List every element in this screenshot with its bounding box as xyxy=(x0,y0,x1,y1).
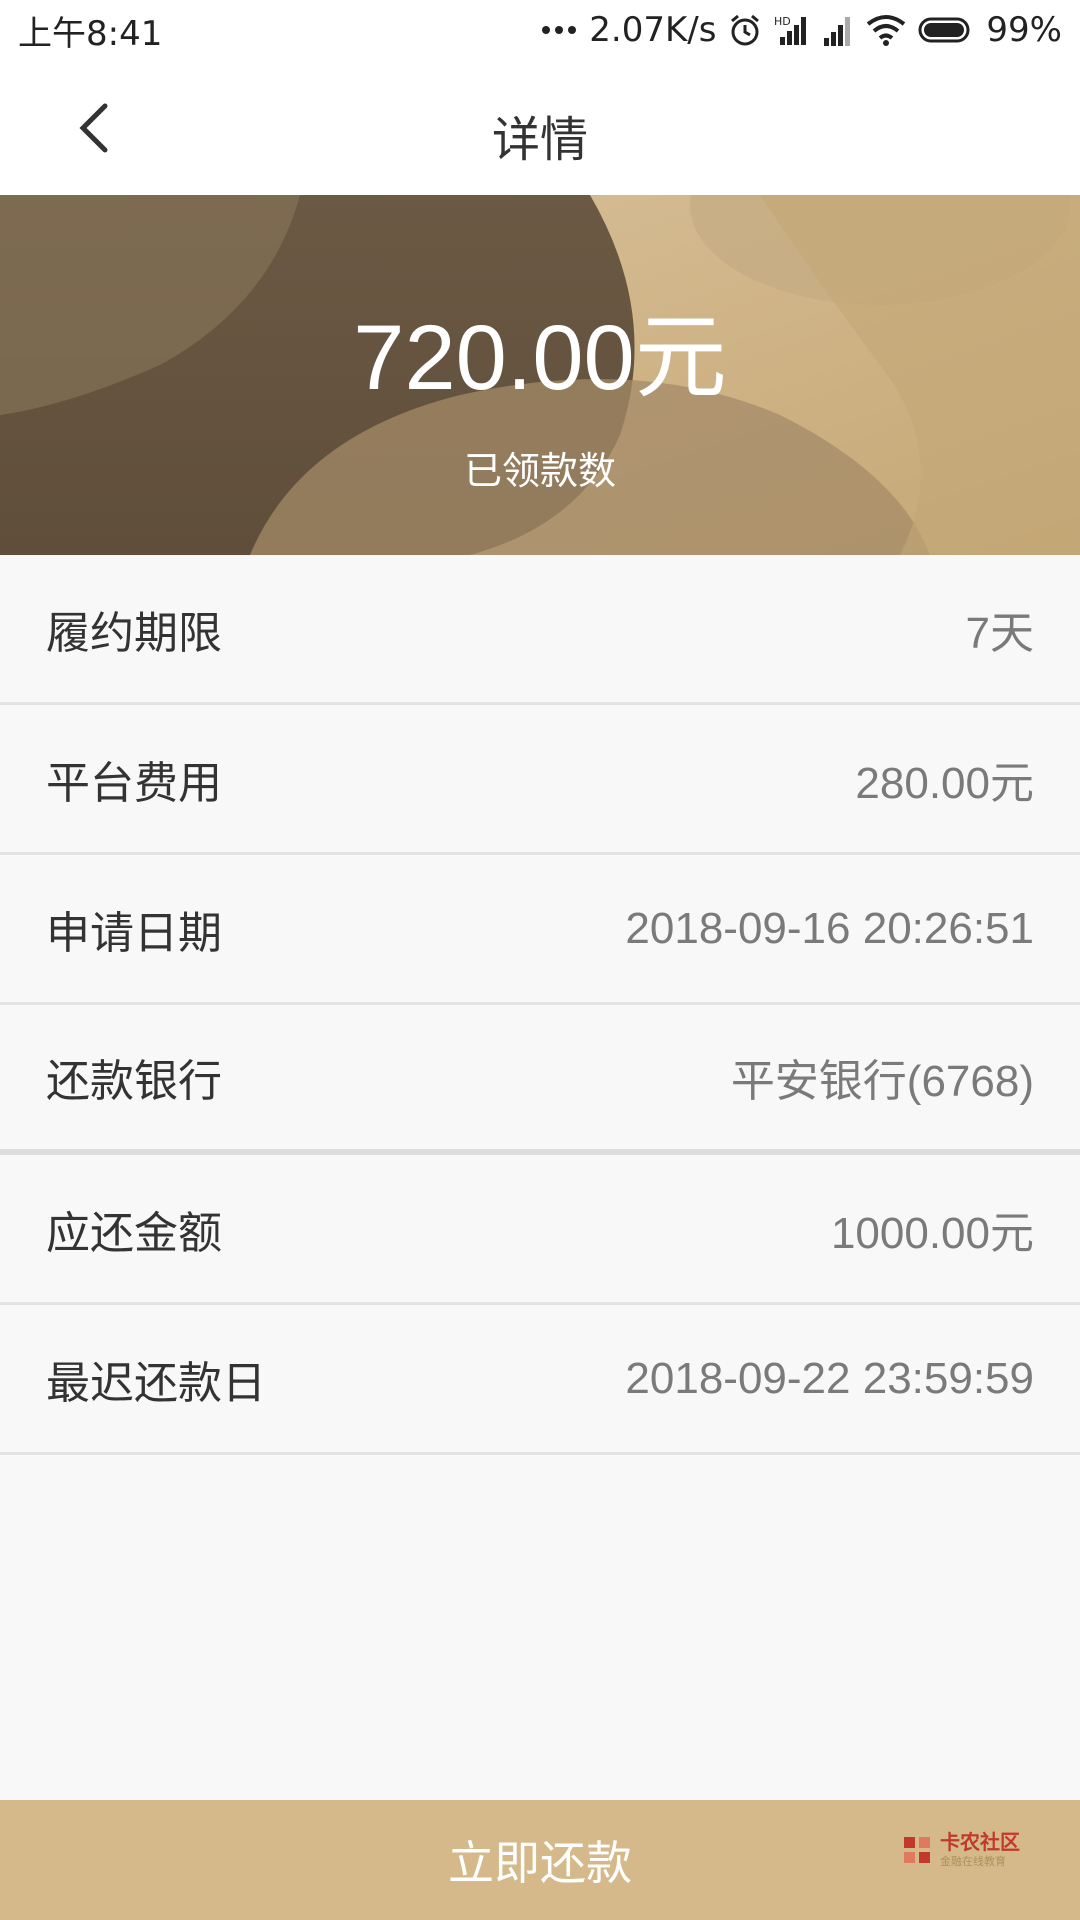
nav-bar: 详情 xyxy=(0,60,1080,195)
detail-label: 平台费用 xyxy=(46,757,222,809)
kanong-logo-icon xyxy=(904,1836,930,1863)
alarm-icon xyxy=(728,13,762,47)
detail-row-amount-due: 应还金额 1000.00元 xyxy=(0,1155,1080,1305)
detail-label: 申请日期 xyxy=(46,907,222,959)
battery-icon xyxy=(918,16,974,44)
watermark-main: 卡农社区 xyxy=(940,1830,1020,1854)
detail-label: 最迟还款日 xyxy=(46,1357,266,1409)
detail-value: 2018-09-16 20:26:51 xyxy=(625,903,1034,953)
detail-value: 平安银行(6768) xyxy=(730,1057,1034,1106)
detail-row-due-date: 最迟还款日 2018-09-22 23:59:59 xyxy=(0,1305,1080,1455)
received-amount: 720.00元 xyxy=(353,307,727,409)
status-bar: 上午8:41 2.07K/s HD 99% xyxy=(0,0,1080,60)
detail-row-platform-fee: 平台费用 280.00元 xyxy=(0,705,1080,855)
watermark-sub: 金融在线教育 xyxy=(940,1855,1006,1868)
detail-value: 1000.00元 xyxy=(830,1208,1034,1258)
amount-banner: 720.00元 已领款数 xyxy=(0,195,1080,555)
status-time: 上午8:41 xyxy=(18,13,163,54)
repay-now-label: 立即还款 xyxy=(448,1836,632,1890)
detail-value: 7天 xyxy=(965,608,1034,658)
page-title: 详情 xyxy=(491,112,588,168)
detail-row-repay-bank: 还款银行 平安银行(6768) xyxy=(0,1005,1080,1155)
wifi-icon xyxy=(866,14,906,46)
battery-level: 99% xyxy=(986,10,1062,50)
status-icons: 2.07K/s HD 99% xyxy=(541,10,1062,50)
detail-label: 履约期限 xyxy=(46,607,222,659)
received-amount-label: 已领款数 xyxy=(463,449,616,493)
watermark-text: 卡农社区 金融在线教育 xyxy=(940,1832,1020,1867)
svg-text:HD: HD xyxy=(774,15,791,28)
detail-list: 履约期限 7天 平台费用 280.00元 申请日期 2018-09-16 20:… xyxy=(0,555,1080,1455)
detail-label: 还款银行 xyxy=(46,1056,222,1107)
detail-row-apply-date: 申请日期 2018-09-16 20:26:51 xyxy=(0,855,1080,1005)
watermark-logo: 卡农社区 金融在线教育 xyxy=(900,1832,1020,1867)
detail-value: 280.00元 xyxy=(855,758,1034,808)
detail-row-term: 履约期限 7天 xyxy=(0,555,1080,705)
signal-icon xyxy=(822,14,854,46)
network-speed: 2.07K/s xyxy=(589,10,717,50)
detail-label: 应还金额 xyxy=(46,1207,222,1259)
detail-value: 2018-09-22 23:59:59 xyxy=(625,1353,1034,1403)
hd-signal-icon: HD xyxy=(774,13,810,47)
more-dots-icon xyxy=(541,25,577,35)
